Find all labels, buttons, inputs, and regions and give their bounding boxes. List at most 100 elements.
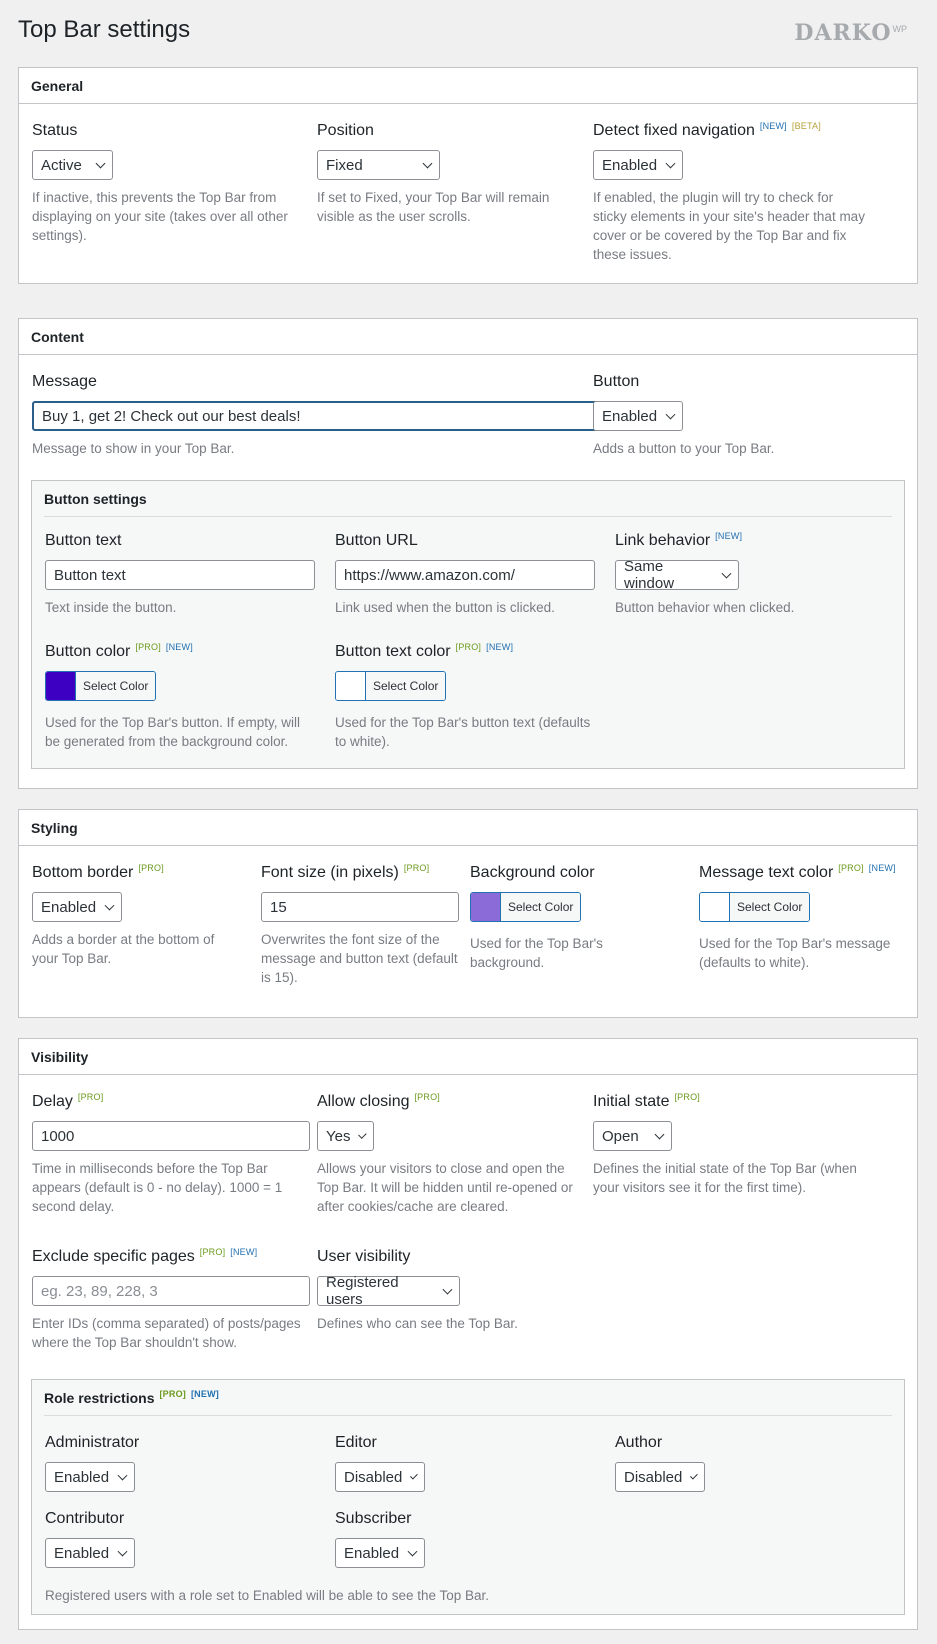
detect-navigation-description: If enabled, the plugin will try to check… [593, 190, 865, 262]
user-visibility-field: User visibility Registered users Defines… [317, 1248, 582, 1333]
chevron-down-icon [422, 158, 433, 168]
administrator-field: Administrator Enabled [45, 1434, 245, 1492]
detect-navigation-field: Detect fixed navigation [NEW] [BETA] Enabl… [593, 121, 868, 264]
initial-state-select[interactable]: Open [593, 1121, 672, 1151]
administrator-select[interactable]: Enabled [45, 1462, 135, 1492]
contributor-select[interactable]: Enabled [45, 1538, 135, 1568]
chevron-down-icon [104, 900, 115, 910]
font-size-field: Font size (in pixels)[PRO] Overwrites th… [261, 863, 461, 987]
initial-state-field: Initial state [PRO] Open Defines the init… [593, 1092, 868, 1197]
button-text-color-picker[interactable]: Select Color [335, 671, 447, 701]
chevron-down-icon [407, 1546, 418, 1556]
status-select[interactable]: Active [32, 150, 113, 180]
font-size-input[interactable] [261, 892, 459, 922]
button-field: Button Enabled Adds a button to your Top… [593, 373, 873, 458]
user-visibility-description: Defines who can see the Top Bar. [317, 1316, 518, 1331]
bottom-border-field: Bottom border [PRO] Enabled Adds a border… [32, 863, 237, 968]
pro-badge: [PRO] [77, 1092, 104, 1102]
exclude-pages-input[interactable] [32, 1276, 310, 1306]
button-select[interactable]: Enabled [593, 401, 683, 431]
button-url-description: Link used when the button is clicked. [335, 600, 555, 615]
button-color-picker[interactable]: Select Color [45, 671, 157, 701]
button-color-swatch [46, 672, 76, 700]
button-text-color-field: Button text color [PRO] [NEW] Select Color… [335, 642, 600, 751]
position-field: Position Fixed If set to Fixed, your Top… [317, 122, 567, 226]
delay-field: Delay[PRO] Time in milliseconds before t… [32, 1092, 310, 1216]
button-description: Adds a button to your Top Bar. [593, 441, 775, 456]
status-description: If inactive, this prevents the Top Bar f… [32, 190, 288, 243]
button-text-input[interactable] [45, 560, 315, 590]
background-color-field: Background color Select Color Used for t… [470, 864, 665, 972]
message-text-color-swatch [700, 893, 730, 921]
author-select[interactable]: Disabled [615, 1462, 705, 1492]
author-label: Author [615, 1434, 663, 1451]
chevron-down-icon [95, 158, 106, 168]
bottom-border-select[interactable]: Enabled [32, 892, 122, 922]
detect-navigation-select[interactable]: Enabled [593, 150, 683, 180]
message-text-color-description: Used for the Top Bar's message (defaults… [699, 936, 891, 970]
chevron-down-icon [665, 158, 676, 168]
pro-badge: [PRO] [838, 863, 864, 873]
button-color-label: Button color [PRO] [NEW] [45, 642, 193, 660]
button-text-label: Button text [45, 532, 122, 549]
general-section: General Status Active If inactive, this … [18, 67, 918, 284]
chevron-down-icon [117, 1546, 128, 1556]
button-text-color-swatch [336, 672, 366, 700]
subscriber-label: Subscriber [335, 1510, 412, 1527]
pro-badge: [PRO] [403, 863, 430, 873]
select-color-button[interactable]: Select Color [730, 893, 810, 921]
pro-badge: [PRO] [414, 1092, 440, 1102]
message-input[interactable] [32, 401, 600, 431]
new-badge: [NEW] [868, 863, 896, 873]
link-behavior-select[interactable]: Same window [615, 558, 739, 592]
position-select[interactable]: Fixed [317, 150, 440, 180]
button-color-field: Button color [PRO] [NEW] Select Color Used… [45, 642, 315, 751]
delay-input[interactable] [32, 1121, 310, 1151]
exclude-pages-description: Enter IDs (comma separated) of posts/pag… [32, 1316, 301, 1350]
button-settings-title: Button settings [44, 481, 892, 517]
new-badge: [NEW] [715, 531, 743, 541]
select-color-button[interactable]: Select Color [76, 672, 156, 700]
button-settings-panel: Button settings Button text Text inside … [31, 480, 905, 769]
visibility-section-title: Visibility [19, 1039, 917, 1075]
background-color-label: Background color [470, 864, 595, 881]
background-color-picker[interactable]: Select Color [470, 892, 582, 922]
chevron-down-icon [654, 1129, 665, 1139]
message-description: Message to show in your Top Bar. [32, 441, 235, 456]
message-label: Message [32, 373, 97, 390]
status-field: Status Active If inactive, this prevents… [32, 122, 302, 245]
bottom-border-description: Adds a border at the bottom of your Top … [32, 932, 215, 966]
button-text-color-label: Button text color [PRO] [NEW] [335, 642, 514, 660]
status-label: Status [32, 122, 78, 139]
message-text-color-picker[interactable]: Select Color [699, 892, 811, 922]
chevron-down-icon [665, 409, 676, 419]
pro-badge: [PRO] [199, 1247, 226, 1257]
user-visibility-select[interactable]: Registered users [317, 1274, 460, 1308]
background-color-description: Used for the Top Bar's background. [470, 936, 603, 970]
subscriber-select[interactable]: Enabled [335, 1538, 425, 1568]
select-color-button[interactable]: Select Color [501, 893, 581, 921]
button-label: Button [593, 373, 640, 390]
initial-state-description: Defines the initial state of the Top Bar… [593, 1161, 857, 1195]
background-color-swatch [471, 893, 501, 921]
allow-closing-select[interactable]: Yes [317, 1121, 374, 1151]
user-visibility-label: User visibility [317, 1248, 411, 1265]
administrator-label: Administrator [45, 1434, 140, 1451]
position-description: If set to Fixed, your Top Bar will remai… [317, 190, 550, 224]
subscriber-field: Subscriber Enabled [335, 1510, 535, 1568]
button-url-input[interactable] [335, 560, 595, 590]
message-text-color-label: Message text color [PRO] [NEW] [699, 863, 896, 881]
allow-closing-label: Allow closing [PRO] [317, 1092, 440, 1110]
pro-badge: [PRO] [159, 1388, 186, 1399]
editor-label: Editor [335, 1434, 377, 1451]
select-color-button[interactable]: Select Color [366, 672, 446, 700]
editor-select[interactable]: Disabled [335, 1462, 425, 1492]
button-url-field: Button URL Link used when the button is … [335, 532, 597, 617]
detect-navigation-label: Detect fixed navigation [NEW] [BETA] [593, 121, 821, 139]
new-badge: [NEW] [230, 1247, 258, 1257]
new-badge: [NEW] [486, 642, 514, 652]
contributor-field: Contributor Enabled [45, 1510, 245, 1568]
link-behavior-label: Link behavior [NEW] [615, 531, 743, 549]
chevron-down-icon [442, 1284, 453, 1294]
pro-badge: [PRO] [135, 642, 161, 652]
